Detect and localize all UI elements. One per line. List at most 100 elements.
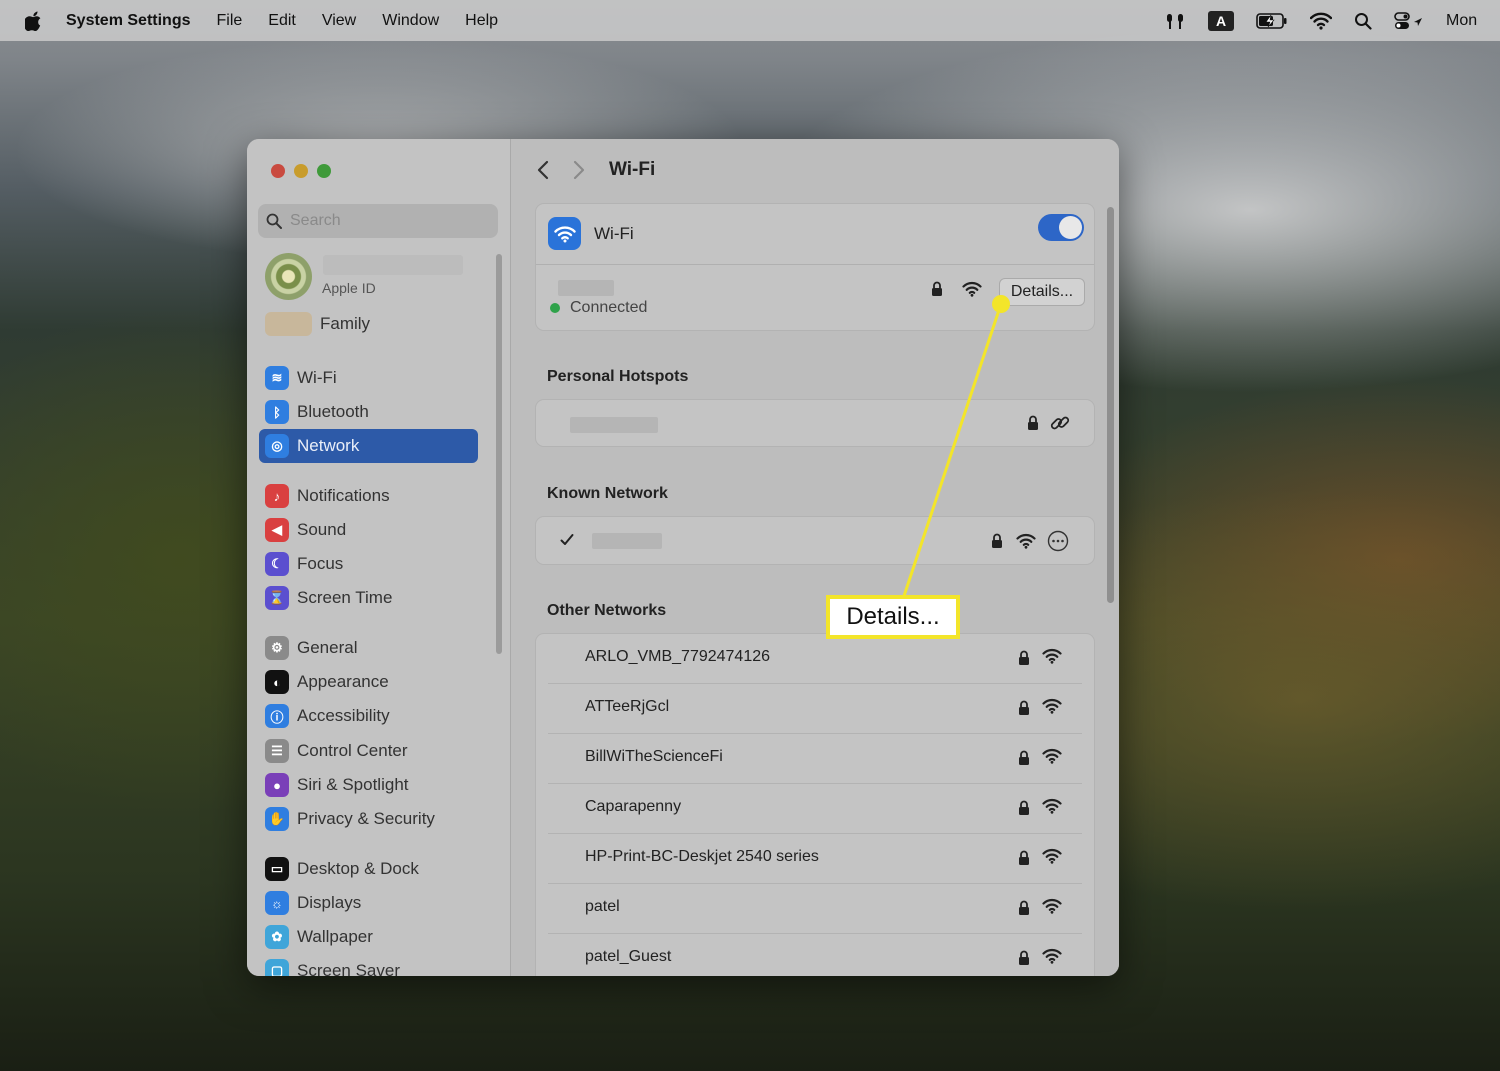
known-network-title: Known Network [547, 485, 668, 502]
sidebar-item-bluetooth[interactable]: ᛒ Bluetooth [259, 395, 478, 429]
details-callout: Details... [826, 595, 960, 639]
sidebar-item-screen-saver[interactable]: ▢ Screen Saver [259, 954, 478, 976]
airpods-icon[interactable] [1164, 12, 1186, 30]
sidebar-item-control-center[interactable]: ☰ Control Center [259, 734, 478, 768]
wifi-toggle[interactable] [1038, 214, 1084, 241]
globe-icon: ◎ [265, 434, 289, 458]
search-placeholder: Search [290, 212, 341, 229]
sidebar-item-label: Bluetooth [297, 402, 369, 421]
sidebar-item-focus[interactable]: ☾ Focus [259, 547, 478, 581]
apple-id-row[interactable]: Apple ID [265, 253, 495, 301]
search-field[interactable]: Search [258, 204, 498, 238]
sidebar-item-label: Notifications [297, 486, 390, 505]
more-options-icon[interactable] [1047, 530, 1069, 552]
sidebar-item-network[interactable]: ◎ Network [259, 429, 478, 463]
menu-view[interactable]: View [322, 12, 356, 30]
sidebar: Search Apple ID Family ≋ Wi-Fi ᛒ Bluetooth ◎… [247, 139, 511, 976]
lock-icon [1018, 750, 1030, 771]
sidebar-item-displays[interactable]: ☼ Displays [259, 886, 478, 920]
lock-icon [1018, 800, 1030, 821]
wifi-toggle-label: Wi-Fi [594, 224, 634, 243]
menubar-clock[interactable]: Mon [1446, 12, 1478, 30]
zoom-button[interactable] [317, 164, 331, 178]
menu-help[interactable]: Help [465, 12, 498, 30]
sidebar-item-label: Desktop & Dock [297, 859, 419, 878]
sidebar-item-wi-fi[interactable]: ≋ Wi-Fi [259, 361, 478, 395]
siri-icon: ● [265, 773, 289, 797]
network-row[interactable]: Caparapenny [548, 784, 1082, 834]
network-row[interactable]: BillWiTheScienceFi [548, 734, 1082, 784]
redacted-hotspot-name[interactable] [570, 417, 658, 433]
control-center-icon[interactable] [1394, 11, 1424, 30]
minimize-button[interactable] [294, 164, 308, 178]
toggle-knob [1059, 216, 1082, 239]
menu-window[interactable]: Window [382, 12, 439, 30]
flower-icon: ✿ [265, 925, 289, 949]
lock-icon [1018, 850, 1030, 871]
details-button[interactable]: Details... [999, 278, 1085, 306]
lock-icon [1018, 900, 1030, 921]
sidebar-item-notifications[interactable]: ♪ Notifications [259, 479, 478, 513]
divider [536, 264, 1094, 265]
other-networks-title: Other Networks [547, 602, 667, 619]
sun-icon: ☼ [265, 891, 289, 915]
checkmark-icon [560, 533, 574, 547]
network-row[interactable]: patel_Guest [548, 934, 1082, 976]
network-row[interactable]: ATTeeRjGcl [548, 684, 1082, 734]
moon-icon: ☾ [265, 552, 289, 576]
sidebar-item-label: Privacy & Security [297, 809, 435, 828]
sidebar-item-label: Wi-Fi [297, 368, 337, 387]
app-menu[interactable]: System Settings [66, 12, 190, 30]
back-chevron-icon[interactable] [537, 160, 549, 180]
input-source-icon[interactable]: A [1208, 10, 1234, 31]
sidebar-item-appearance[interactable]: ◐ Appearance [259, 665, 478, 699]
redacted-known-network[interactable] [592, 533, 662, 549]
menu-edit[interactable]: Edit [268, 12, 296, 30]
network-row[interactable]: HP-Print-BC-Deskjet 2540 series [548, 834, 1082, 884]
apple-id-label: Apple ID [322, 280, 376, 296]
network-row[interactable]: patel [548, 884, 1082, 934]
sidebar-item-wallpaper[interactable]: ✿ Wallpaper [259, 920, 478, 954]
sidebar-item-label: Sound [297, 520, 347, 539]
main-scrollbar[interactable] [1107, 207, 1114, 603]
forward-chevron-icon[interactable] [573, 160, 585, 180]
network-row[interactable]: ARLO_VMB_7792474126 [548, 634, 1082, 684]
battery-icon[interactable] [1256, 12, 1288, 30]
family-avatar [265, 312, 312, 336]
sidebar-item-label: Displays [297, 893, 362, 912]
page-title: Wi-Fi [609, 159, 656, 180]
personal-hotspots-title: Personal Hotspots [547, 368, 689, 385]
network-name: ATTeeRjGcl [585, 698, 670, 715]
wifi-signal-icon [1042, 648, 1062, 669]
network-name: patel [585, 898, 620, 915]
search-icon [266, 213, 282, 229]
spotlight-search-icon[interactable] [1354, 12, 1372, 30]
sidebar-scrollbar[interactable] [496, 254, 502, 654]
wifi-signal-icon [1016, 533, 1036, 549]
lock-icon [991, 533, 1003, 549]
sidebar-item-siri-spotlight[interactable]: ● Siri & Spotlight [259, 768, 478, 802]
wifi-signal-icon [1042, 748, 1062, 769]
wifi-signal-icon [1042, 898, 1062, 919]
system-settings-window: Search Apple ID Family ≋ Wi-Fi ᛒ Bluetooth ◎… [247, 139, 1119, 976]
redacted-connected-network [558, 280, 614, 296]
apple-menu-icon[interactable] [25, 11, 43, 31]
family-row[interactable]: Family [265, 312, 370, 336]
sidebar-item-sound[interactable]: ◀ Sound [259, 513, 478, 547]
network-name: patel_Guest [585, 948, 672, 965]
sidebar-item-label: Screen Time [297, 588, 393, 607]
avatar [265, 253, 312, 300]
sidebar-item-desktop-dock[interactable]: ▭ Desktop & Dock [259, 852, 478, 886]
sidebar-item-accessibility[interactable]: ⓘ Accessibility [259, 699, 478, 733]
close-button[interactable] [271, 164, 285, 178]
status-dot [550, 303, 560, 313]
wifi-status-icon[interactable] [1310, 12, 1332, 30]
sidebar-item-screen-time[interactable]: ⌛ Screen Time [259, 581, 478, 615]
sidebar-item-privacy-security[interactable]: ✋ Privacy & Security [259, 802, 478, 836]
sidebar-item-general[interactable]: ⚙ General [259, 631, 478, 665]
menu-file[interactable]: File [216, 12, 242, 30]
redacted-account-name [323, 255, 463, 275]
dock-icon: ▭ [265, 857, 289, 881]
gear-icon: ⚙ [265, 636, 289, 660]
connection-status: Connected [550, 299, 647, 317]
